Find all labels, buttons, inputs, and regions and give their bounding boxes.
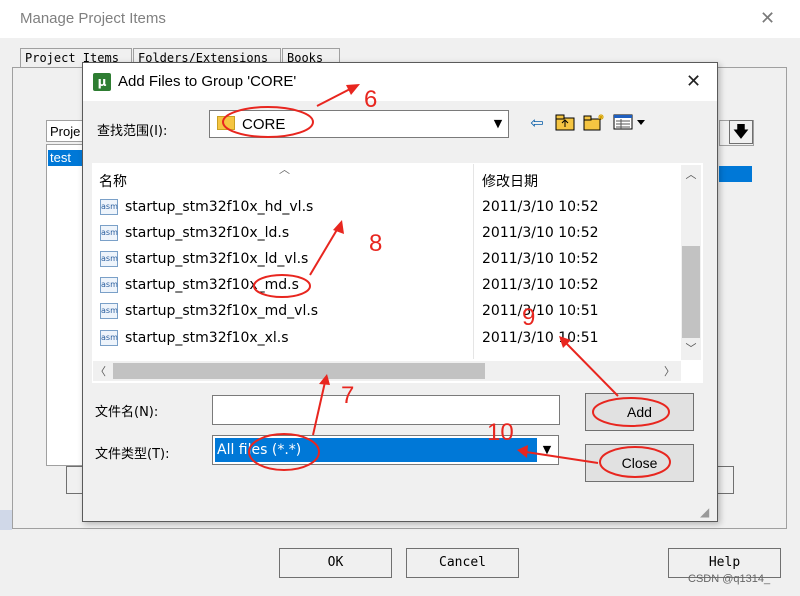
annotation-arrow-7: [312, 381, 326, 436]
annotation-label-6: 6: [364, 86, 378, 113]
watermark: CSDN @q1314_: [688, 573, 771, 585]
annotation-label-8: 8: [369, 230, 383, 257]
annotation-ellipse-filetype: [248, 433, 320, 471]
annotation-arrow-9: [565, 342, 619, 397]
annotation-label-9: 9: [522, 304, 536, 331]
annotation-label-7: 7: [341, 382, 355, 409]
annotation-arrow-8: [309, 227, 339, 276]
annotation-arrow-6: [316, 87, 353, 107]
annotation-ellipse-add: [592, 397, 670, 427]
annotation-ellipse-close: [599, 446, 671, 478]
annotation-label-10: 10: [487, 419, 514, 446]
annotation-layer: [222, 84, 671, 478]
annotation-ellipse-core: [222, 106, 314, 138]
annotation-arrow-10: [525, 451, 599, 464]
annotation-ellipse-md: [253, 274, 311, 298]
